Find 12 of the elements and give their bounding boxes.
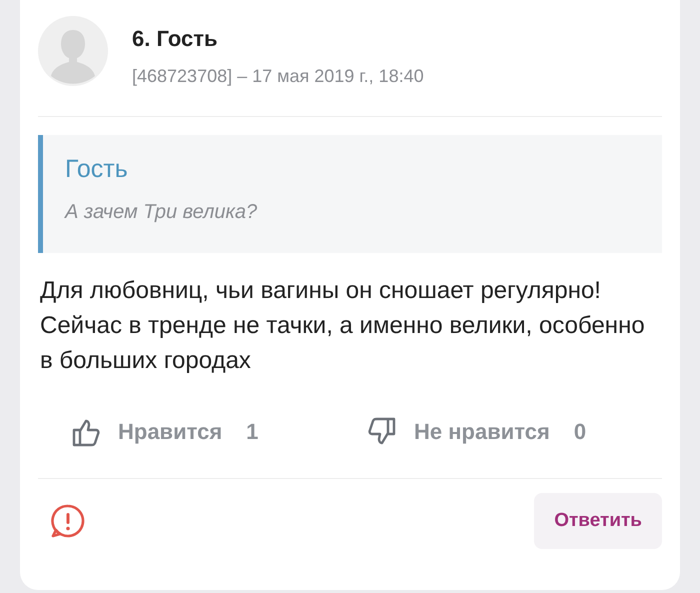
reaction-count: 1	[246, 419, 258, 445]
comment-text: Для любовниц, чьи вагины он сношает регулярно! Сейчас в тренде не тачки, а именно велики, особенно в больших городах	[40, 276, 646, 376]
comment-meta: [468723708] – 17 мая 2019 г., 18:40	[132, 66, 424, 87]
quote-text: А зачем Три велика?	[65, 201, 258, 224]
reaction-label[interactable]: Не нравится	[414, 419, 550, 445]
warning-icon[interactable]	[50, 503, 86, 539]
reaction-label[interactable]: Нравится	[118, 419, 222, 445]
author-name: 6. Гость	[132, 26, 219, 52]
reply-button[interactable]: Ответить	[534, 493, 662, 549]
quote-author: Гость	[65, 155, 129, 184]
reaction-count: 0	[574, 419, 586, 445]
avatar-icon	[38, 16, 108, 86]
